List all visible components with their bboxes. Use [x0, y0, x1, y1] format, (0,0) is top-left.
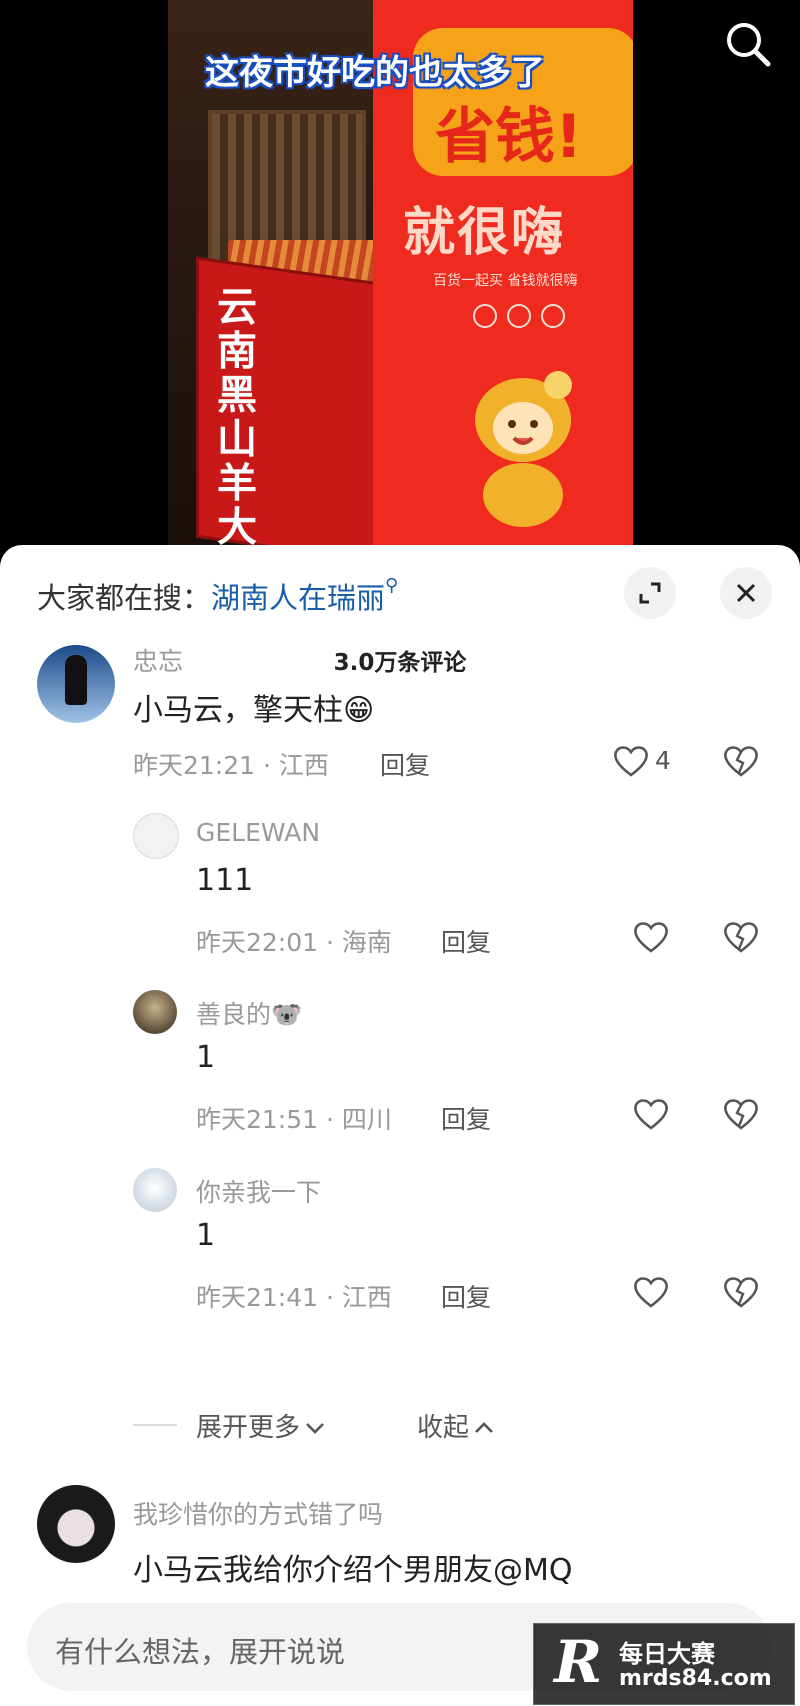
search-icon[interactable]	[722, 18, 774, 70]
heart-icon[interactable]	[632, 919, 670, 955]
dislike-broken-heart-icon[interactable]	[722, 919, 760, 955]
reply-button[interactable]: 回复	[380, 746, 430, 782]
watermark-line1: 每日大赛	[619, 1640, 715, 1668]
avatar[interactable]	[37, 1485, 115, 1563]
dislike-broken-heart-icon[interactable]	[722, 743, 760, 779]
collapse-button[interactable]: 收起	[417, 1407, 495, 1444]
watermark-r-icon: R	[554, 1628, 603, 1696]
comment-text: 小马云，擎天柱😁	[133, 693, 375, 728]
expand-more-button[interactable]: 展开更多	[196, 1407, 326, 1444]
reply-username[interactable]: GELEWAN	[196, 818, 320, 847]
mascot-icon	[475, 371, 572, 527]
comment-text: 小马云我给你介绍个男朋友@MQ	[133, 1553, 573, 1588]
video-caption: 这夜市好吃的也太多了	[205, 53, 545, 93]
close-button[interactable]	[720, 567, 772, 619]
stall-sign: 云南黑山羊大烤串	[196, 256, 387, 545]
banner-sub-text: 百货一起买 省钱就很嗨	[433, 273, 578, 289]
reply-username[interactable]: 善良的🐨	[196, 995, 302, 1031]
avatar[interactable]	[133, 1168, 177, 1212]
heart-icon[interactable]	[632, 1096, 670, 1132]
comment-meta: 昨天21:21 · 江西	[133, 751, 329, 780]
chevron-down-icon	[306, 1423, 324, 1434]
close-icon	[736, 583, 756, 603]
avatar[interactable]	[37, 645, 115, 723]
comment-count: 3.0万条评论	[333, 650, 467, 676]
comment-input-placeholder: 有什么想法，展开说说	[55, 1635, 346, 1669]
watermark-logo: R 每日大赛 mrds84.com	[533, 1623, 795, 1705]
watermark-line2: mrds84.com	[619, 1666, 772, 1691]
search-small-icon: ⚲	[385, 575, 399, 596]
dislike-broken-heart-icon[interactable]	[722, 1274, 760, 1310]
avatar[interactable]	[133, 990, 177, 1034]
reply-button[interactable]: 回复	[441, 1278, 491, 1314]
banner-icons	[473, 304, 575, 332]
comment-username[interactable]: 我珍惜你的方式错了吗	[133, 1495, 383, 1531]
divider-line	[133, 1424, 177, 1426]
like-count: 4	[655, 746, 671, 775]
comment-username[interactable]: 忠忘	[133, 642, 183, 678]
reply-meta: 昨天21:41 · 江西	[196, 1283, 392, 1312]
reply-username[interactable]: 你亲我一下	[196, 1173, 321, 1209]
expand-sheet-button[interactable]	[624, 567, 676, 619]
banner-main-text: 就很嗨	[403, 203, 566, 263]
chevron-up-icon	[475, 1422, 493, 1433]
trending-prefix: 大家都在搜：	[37, 581, 212, 615]
stall-sign-text: 云南黑山羊大烤串	[217, 284, 257, 545]
trending-search[interactable]: 大家都在搜：湖南人在瑞丽⚲	[37, 575, 398, 617]
heart-icon[interactable]	[632, 1274, 670, 1310]
reply-text: 111	[196, 863, 254, 898]
reply-text: 1	[196, 1040, 216, 1075]
heart-icon[interactable]	[612, 743, 650, 779]
reply-meta: 昨天22:01 · 海南	[196, 928, 392, 957]
reply-button[interactable]: 回复	[441, 923, 491, 959]
video-player[interactable]: 云南黑山羊大烤串 省钱! 就很嗨 百货一起买 省钱就很嗨 这夜市好吃的也太多了	[0, 0, 800, 550]
banner-top-text: 省钱!	[435, 102, 583, 172]
comment-sheet: 大家都在搜：湖南人在瑞丽⚲ 3.0万条评论 忠忘 小马云，擎天柱😁 昨天21:2…	[0, 545, 800, 1706]
dislike-broken-heart-icon[interactable]	[722, 1096, 760, 1132]
expand-icon	[639, 582, 661, 604]
reply-meta: 昨天21:51 · 四川	[196, 1105, 392, 1134]
collapse-label: 收起	[417, 1413, 470, 1443]
reply-button[interactable]: 回复	[441, 1100, 491, 1136]
avatar[interactable]	[133, 813, 179, 859]
expand-more-label: 展开更多	[196, 1413, 301, 1443]
reply-text: 1	[196, 1218, 216, 1253]
trending-keyword[interactable]: 湖南人在瑞丽	[211, 581, 385, 615]
